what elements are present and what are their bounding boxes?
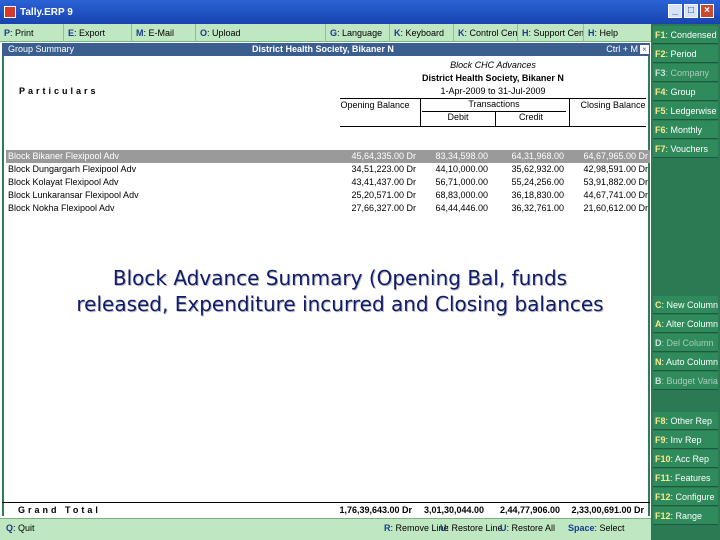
- inv-rep-button[interactable]: F9: Inv Rep: [653, 431, 718, 449]
- slide-caption: Block Advance Summary (Opening Bal, fund…: [40, 265, 640, 317]
- menu-print[interactable]: P: Print: [0, 24, 64, 42]
- menu-keyboard[interactable]: K: Keyboard: [390, 24, 454, 42]
- grand-total-closing: 2,33,00,691.00 Dr: [571, 505, 644, 515]
- grand-total-label: Grand Total: [18, 505, 101, 515]
- company-name: District Health Society, Bikaner N: [422, 73, 564, 83]
- particulars-label: Particulars: [19, 86, 99, 96]
- table-row[interactable]: Block Kolayat Flexipool Adv 43,41,437.00…: [6, 176, 650, 189]
- configure-button[interactable]: F12: Configure: [653, 488, 718, 506]
- company-button[interactable]: F3: Company: [653, 64, 718, 82]
- grand-total-credit: 2,44,77,906.00: [499, 505, 560, 515]
- range-button[interactable]: F12: Range: [653, 507, 718, 525]
- monthly-button[interactable]: F6: Monthly: [653, 121, 718, 139]
- period-button[interactable]: F2: Period: [653, 45, 718, 63]
- menu-email[interactable]: M: E-Mail: [132, 24, 196, 42]
- maximize-icon[interactable]: □: [684, 4, 698, 18]
- right-button-panel: F1: Condensed F2: Period F3: Company F4:…: [651, 24, 720, 540]
- close-icon[interactable]: ×: [700, 4, 714, 18]
- header-shortcut: Ctrl + M: [606, 44, 638, 54]
- col-credit-header: Credit: [518, 112, 543, 122]
- window-title: Tally.ERP 9: [20, 6, 73, 18]
- new-column-button[interactable]: C: New Column: [653, 296, 718, 314]
- caption-line-2: released, Expenditure incurred and Closi…: [76, 292, 604, 316]
- minimize-icon[interactable]: _: [668, 4, 682, 18]
- header-company: District Health Society, Bikaner N: [252, 44, 394, 54]
- select-button[interactable]: Space: Select: [568, 523, 625, 533]
- report-type: Group Summary: [8, 44, 75, 54]
- remove-line-button[interactable]: R: Remove Line: [384, 523, 449, 533]
- features-button[interactable]: F11: Features: [653, 469, 718, 487]
- menu-control-centre[interactable]: K: Control Centre: [454, 24, 518, 42]
- col-closing-header: Closing Balance: [580, 100, 646, 110]
- col-opening-header: Opening Balance: [340, 100, 410, 110]
- close-report-icon[interactable]: ×: [640, 45, 649, 54]
- menu-language[interactable]: G: Language: [326, 24, 390, 42]
- acc-rep-button[interactable]: F10: Acc Rep: [653, 450, 718, 468]
- table-row[interactable]: Block Bikaner Flexipool Adv 45,64,335.00…: [6, 150, 650, 163]
- menu-support-centre[interactable]: H: Support Centre: [518, 24, 584, 42]
- menu-export[interactable]: E: Export: [64, 24, 132, 42]
- table-row[interactable]: Block Nokha Flexipool Adv 27,66,327.00 D…: [6, 202, 650, 215]
- report-header-bar: Group Summary District Health Society, B…: [2, 43, 650, 56]
- auto-column-button[interactable]: N: Auto Column: [653, 353, 718, 371]
- other-rep-button[interactable]: F8: Other Rep: [653, 412, 718, 430]
- vouchers-button[interactable]: F7: Vouchers: [653, 140, 718, 158]
- grand-total-opening: 1,76,39,643.00 Dr: [339, 505, 412, 515]
- caption-line-1: Block Advance Summary (Opening Bal, fund…: [112, 266, 568, 290]
- quit-button[interactable]: Q: Quit: [6, 523, 35, 533]
- restore-all-button[interactable]: U: Restore All: [500, 523, 555, 533]
- col-debit-header: Debit: [447, 112, 469, 122]
- table-row[interactable]: Block Dungargarh Flexipool Adv 34,51,223…: [6, 163, 650, 176]
- alter-column-button[interactable]: A: Alter Column: [653, 315, 718, 333]
- bottom-button-bar: Q: Quit R: Remove Line U: Restore Line U…: [0, 518, 651, 540]
- tally-app-icon: [4, 6, 16, 18]
- group-title: Block CHC Advances: [450, 60, 536, 70]
- restore-line-button[interactable]: U: Restore Line: [440, 523, 503, 533]
- grand-total-row: Grand Total 1,76,39,643.00 Dr 3,01,30,04…: [2, 502, 650, 516]
- del-column-button[interactable]: D: Del Column: [653, 334, 718, 352]
- menu-help[interactable]: H: Help: [584, 24, 651, 42]
- grand-total-debit: 3,01,30,044.00: [423, 505, 484, 515]
- ledgerwise-button[interactable]: F5: Ledgerwise: [653, 102, 718, 120]
- budget-variance-button[interactable]: B: Budget Variance: [653, 372, 718, 390]
- menu-upload[interactable]: O: Upload: [196, 24, 326, 42]
- top-menu-bar: P: Print E: Export M: E-Mail O: Upload G…: [0, 24, 651, 42]
- report-period: 1-Apr-2009 to 31-Jul-2009: [440, 86, 546, 96]
- window-title-bar: Tally.ERP 9 _ □ ×: [0, 0, 720, 24]
- condensed-button[interactable]: F1: Condensed: [653, 26, 718, 44]
- col-transactions-header: Transactions: [468, 99, 520, 109]
- table-row[interactable]: Block Lunkaransar Flexipool Adv 25,20,57…: [6, 189, 650, 202]
- group-button[interactable]: F4: Group: [653, 83, 718, 101]
